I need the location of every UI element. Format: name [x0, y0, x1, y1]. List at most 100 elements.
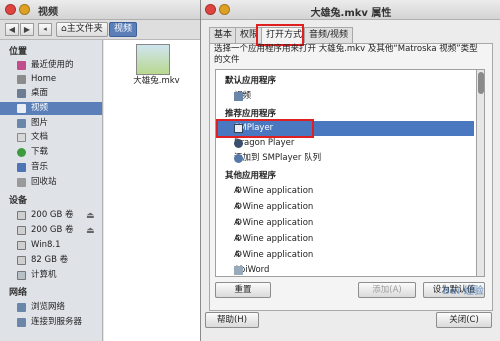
sidebar-item-label: Home [31, 74, 57, 84]
scrollbar-thumb[interactable] [478, 72, 484, 94]
sidebar-item-music[interactable]: 音乐 [0, 161, 102, 174]
app-label: A Wine application [234, 218, 314, 228]
app-item-video[interactable]: 视频 [218, 89, 474, 104]
pictures-icon [17, 119, 26, 128]
app-label: A Wine application [234, 186, 314, 196]
sidebar-item-computer[interactable]: 计算机 [0, 269, 102, 282]
list-scrollbar[interactable] [477, 69, 485, 277]
sidebar-item-label: 视频 [31, 103, 49, 113]
eject-icon[interactable]: ⏏ [86, 225, 95, 238]
server-icon [17, 318, 26, 327]
desktop-icon [17, 89, 26, 98]
sidebar-item-label: 下载 [31, 147, 49, 157]
forward-arrow-icon[interactable]: ▶ [20, 23, 34, 36]
app-label: A Wine application [234, 250, 314, 260]
drive-icon [17, 256, 26, 265]
wine-gear-icon: ⚙ [234, 234, 243, 244]
sidebar-item-documents[interactable]: 文档 [0, 131, 102, 144]
sidebar-item-browse-network[interactable]: 浏览网络 [0, 301, 102, 314]
breadcrumb-home-label: 主文件夹 [66, 24, 103, 34]
open-with-description: 选择一个应用程序用来打开 大雄兔.mkv 及其他“Matroska 视频”类型的… [214, 44, 478, 65]
sidebar-item-recent[interactable]: 最近使用的 [0, 59, 102, 72]
open-with-tab-highlight [256, 24, 304, 46]
app-item-wine[interactable]: ⚙ A Wine application [218, 200, 474, 215]
app-item-wine[interactable]: ⚙ A Wine application [218, 232, 474, 247]
sidebar-item-label: 音乐 [31, 162, 49, 172]
dialog-titlebar: 大雄兔.mkv 属性 [201, 0, 500, 20]
sidebar-item-downloads[interactable]: 下载 [0, 146, 102, 159]
sidebar-item-label: 文档 [31, 132, 49, 142]
trash-icon [17, 178, 26, 187]
drive-icon [17, 211, 26, 220]
video-icon [17, 104, 26, 113]
sidebar-item-device[interactable]: 200 GB 卷 ⏏ [0, 209, 102, 223]
sidebar-item-trash[interactable]: 回收站 [0, 176, 102, 189]
app-label: A Wine application [234, 234, 314, 244]
app-item-wine[interactable]: ⚙ A Wine application [218, 248, 474, 263]
sidebar-item-device[interactable]: 82 GB 卷 [0, 254, 102, 267]
breadcrumb-home[interactable]: ⌂主文件夹 [56, 22, 108, 37]
video-thumbnail-icon[interactable] [136, 44, 170, 75]
reset-button[interactable]: 重置 [215, 282, 271, 298]
eject-icon[interactable]: ⏏ [86, 210, 95, 223]
wine-gear-icon: ⚙ [234, 186, 243, 196]
other-apps-header: 其他应用程序 [225, 171, 277, 181]
wine-gear-icon: ⚙ [234, 218, 243, 228]
sidebar-item-device[interactable]: 200 GB 卷 ⏏ [0, 224, 102, 238]
documents-icon [17, 133, 26, 142]
sidebar-item-home[interactable]: Home [0, 73, 102, 86]
minimize-dialog-icon[interactable] [219, 4, 230, 15]
sidebar-item-device[interactable]: Win8.1 [0, 239, 102, 252]
abiword-icon [234, 266, 243, 275]
app-label: A Wine application [234, 202, 314, 212]
sidebar: 位置 最近使用的 Home 桌面 视频 图片 文档 下载 音乐 回收站 设备 2… [0, 40, 103, 341]
default-apps-header: 默认应用程序 [225, 76, 277, 86]
sidebar-item-label: 82 GB 卷 [31, 255, 69, 265]
drive-icon [17, 226, 26, 235]
app-item-wine[interactable]: ⚙ A Wine application [218, 184, 474, 199]
network-header: 网络 [9, 288, 28, 298]
tab-audio-video[interactable]: 音频/视频 [304, 27, 354, 43]
sidebar-item-label: 最近使用的 [31, 60, 74, 70]
minimize-window-icon[interactable] [19, 4, 30, 15]
sidebar-item-label: 浏览网络 [31, 302, 66, 312]
drive-icon [17, 241, 26, 250]
file-name[interactable]: 大雄兔.mkv [124, 74, 189, 86]
sidebar-item-videos[interactable]: 视频 [0, 102, 102, 115]
music-icon [17, 163, 26, 172]
app-item-smplayer-queue[interactable]: 添加到 SMPlayer 队列 [218, 151, 474, 166]
close-dialog-icon[interactable] [205, 4, 216, 15]
app-item-abiword[interactable]: AbiWord [218, 264, 474, 276]
file-manager-titlebar: 视频 [0, 0, 213, 20]
dragon-player-icon [234, 139, 243, 148]
download-icon [17, 148, 26, 157]
sidebar-item-label: 连接到服务器 [31, 317, 83, 327]
sidebar-item-label: 计算机 [31, 270, 57, 280]
app-label: 添加到 SMPlayer 队列 [234, 153, 322, 163]
app-item-dragon-player[interactable]: Dragon Player [218, 136, 474, 151]
wine-gear-icon: ⚙ [234, 202, 243, 212]
home-icon [17, 75, 26, 84]
sidebar-item-desktop[interactable]: 桌面 [0, 87, 102, 100]
path-toggle-icon[interactable]: ◂ [38, 23, 52, 36]
recommended-apps-header: 推荐应用程序 [225, 109, 277, 119]
smplayer-queue-icon [234, 154, 243, 163]
add-button[interactable]: 添加(A) [358, 282, 416, 298]
sidebar-item-label: 回收站 [31, 177, 57, 187]
breadcrumb-videos[interactable]: 视频 [109, 22, 138, 37]
back-arrow-icon[interactable]: ◀ [5, 23, 19, 36]
network-icon [17, 303, 26, 312]
sidebar-item-label: 200 GB 卷 [31, 225, 74, 235]
app-item-wine[interactable]: ⚙ A Wine application [218, 216, 474, 231]
close-window-icon[interactable] [5, 4, 16, 15]
sidebar-item-label: Win8.1 [31, 240, 61, 250]
app-label: Dragon Player [234, 138, 295, 148]
sidebar-item-connect-server[interactable]: 连接到服务器 [0, 316, 102, 329]
help-button[interactable]: 帮助(H) [205, 312, 259, 328]
baidu-watermark: Bai 经验 [442, 286, 484, 297]
devices-header: 设备 [9, 196, 28, 206]
sidebar-item-pictures[interactable]: 图片 [0, 117, 102, 130]
wine-gear-icon: ⚙ [234, 250, 243, 260]
dialog-title: 大雄兔.mkv 属性 [310, 8, 392, 19]
tab-basic[interactable]: 基本 [209, 27, 238, 43]
